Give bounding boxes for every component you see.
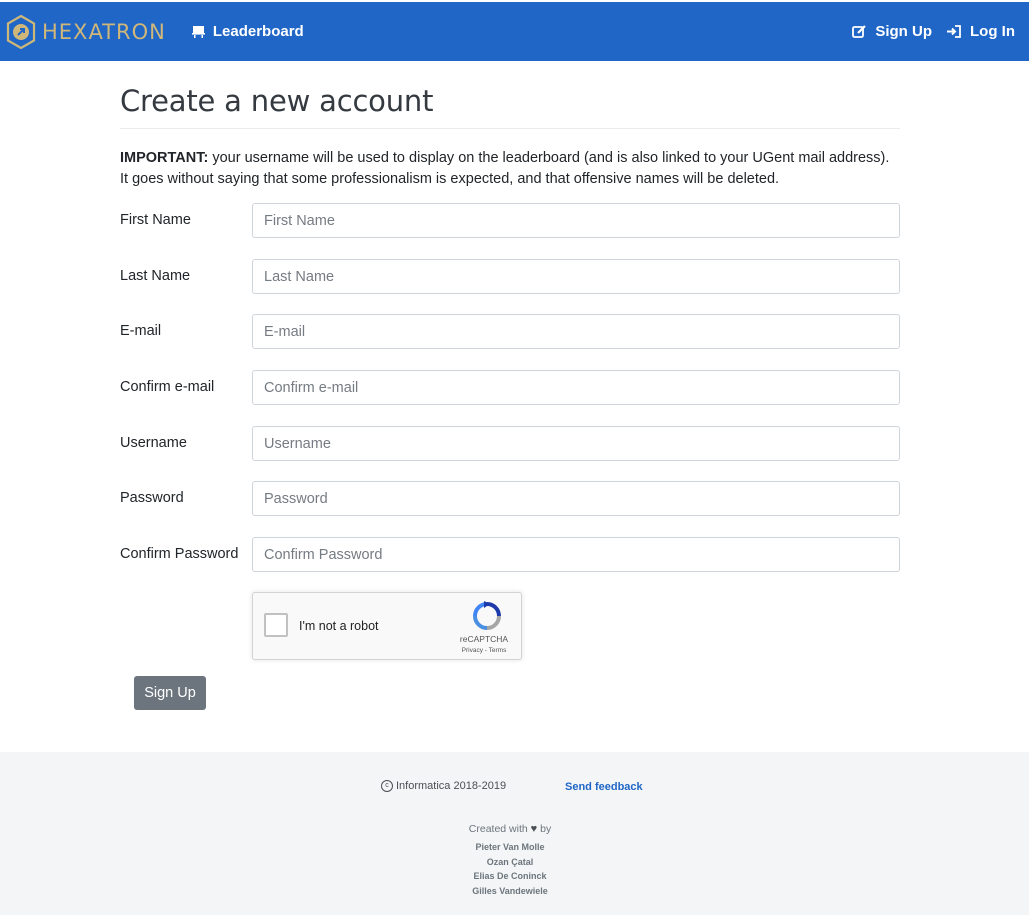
username-input[interactable]	[252, 426, 900, 461]
email-label: E-mail	[120, 323, 162, 339]
author-name: Gilles Vandewiele	[472, 885, 548, 896]
recaptcha-brand: reCAPTCHA	[459, 634, 509, 644]
signup-label: Sign Up	[875, 23, 932, 40]
main-content: Create a new account IMPORTANT: your use…	[120, 70, 900, 710]
leaderboard-label: Leaderboard	[212, 23, 304, 40]
created-with: Created with ♥ by	[0, 823, 1020, 835]
authors-list: Pieter Van Molle Ozan Çatal Elias De Con…	[0, 840, 1020, 898]
author-name: Elias De Coninck	[473, 871, 547, 882]
copyright: c Informatica 2018-2019	[381, 780, 506, 792]
navbar: HEXATRON Leaderboard Sign Up Log In	[0, 2, 1029, 61]
author-name: Pieter Van Molle	[475, 842, 545, 852]
form-row-confirm-password: Confirm Password	[120, 537, 900, 572]
brand-logo[interactable]: HEXATRON	[6, 14, 166, 49]
recaptcha-checkbox[interactable]	[264, 613, 288, 637]
form-row-username: Username	[120, 426, 900, 461]
nav-leaderboard-link[interactable]: Leaderboard	[191, 23, 304, 40]
sign-in-icon	[947, 25, 961, 38]
copyright-icon: c	[381, 780, 393, 792]
last-name-input[interactable]	[252, 259, 900, 294]
confirm-password-label: Confirm Password	[120, 546, 239, 562]
email-input[interactable]	[252, 314, 900, 349]
password-input[interactable]	[252, 481, 900, 516]
notice-strong: IMPORTANT:	[120, 150, 209, 166]
leaderboard-icon	[191, 26, 205, 38]
first-name-input[interactable]	[252, 203, 900, 238]
page-title: Create a new account	[120, 84, 900, 129]
created-suffix: by	[540, 823, 552, 835]
nav-login-link[interactable]: Log In	[946, 23, 1015, 40]
heart-icon: ♥	[530, 823, 538, 835]
confirm-email-input[interactable]	[252, 370, 900, 405]
send-feedback-link[interactable]: Send feedback	[565, 781, 643, 793]
username-label: Username	[120, 435, 187, 451]
important-notice: IMPORTANT: your username will be used to…	[120, 148, 900, 190]
recaptcha-logo-icon	[473, 601, 501, 630]
copyright-text: Informatica 2018-2019	[396, 780, 507, 792]
confirm-email-label: Confirm e-mail	[120, 379, 215, 395]
confirm-password-input[interactable]	[252, 537, 900, 572]
form-row-email: E-mail	[120, 314, 900, 349]
login-label: Log In	[970, 23, 1015, 40]
created-prefix: Created with	[468, 823, 528, 835]
recaptcha-widget: I'm not a robot reCAPTCHA Privacy - Term…	[252, 592, 522, 660]
recaptcha-links[interactable]: Privacy - Terms	[449, 647, 519, 654]
author-name: Ozan Çatal	[486, 856, 534, 867]
nav-signup-link[interactable]: Sign Up	[852, 23, 932, 40]
hexagon-logo-icon	[6, 14, 36, 49]
password-label: Password	[120, 490, 184, 506]
signup-submit-button[interactable]: Sign Up	[134, 676, 206, 710]
recaptcha-label: I'm not a robot	[299, 619, 379, 633]
first-name-label: First Name	[120, 212, 191, 228]
last-name-label: Last Name	[120, 268, 191, 284]
form-row-last-name: Last Name	[120, 259, 900, 294]
form-row-password: Password	[120, 481, 900, 516]
form-row-confirm-email: Confirm e-mail	[120, 370, 900, 405]
edit-icon	[852, 25, 867, 38]
notice-text: your username will be used to display on…	[120, 150, 890, 187]
form-row-first-name: First Name	[120, 203, 900, 238]
brand-name: HEXATRON	[42, 19, 166, 44]
footer: c Informatica 2018-2019 Send feedback Cr…	[0, 752, 1029, 915]
